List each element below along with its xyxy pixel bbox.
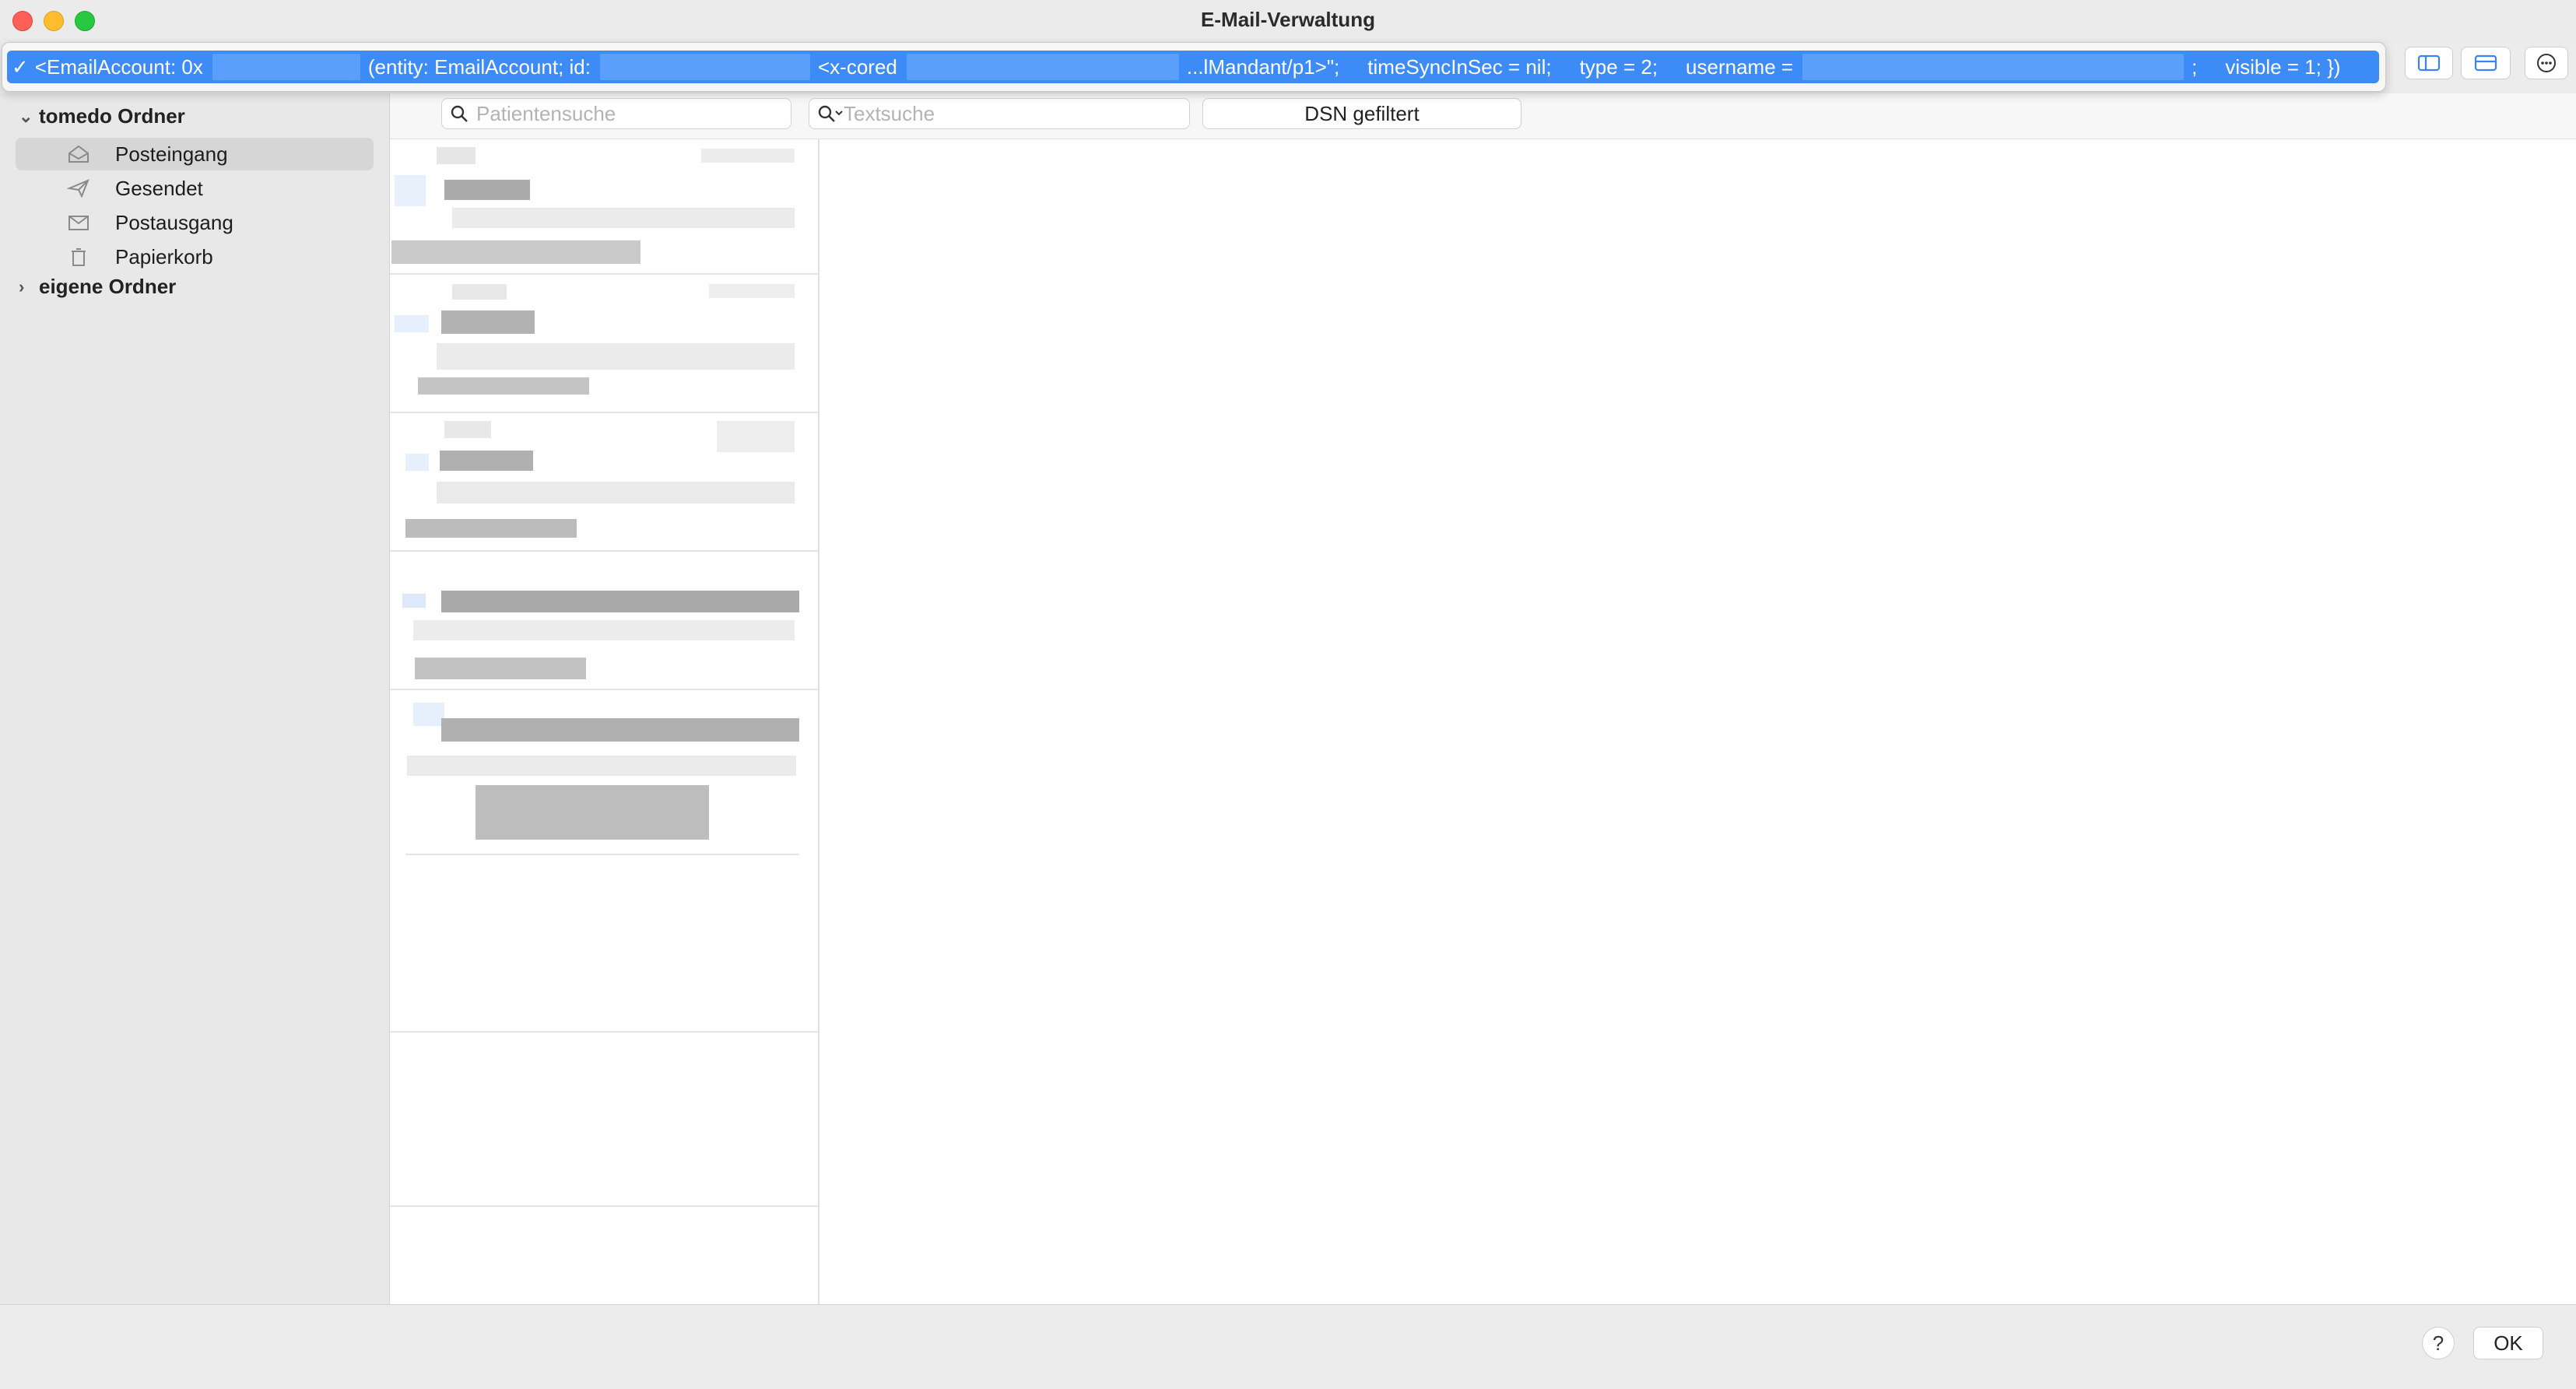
sidebar-item-label: Papierkorb <box>115 244 213 268</box>
group-label: eigene Ordner <box>39 275 177 298</box>
sidebar-item-postausgang[interactable]: Postausgang <box>16 206 374 239</box>
sidebar-item-label: Gesendet <box>115 176 203 200</box>
redacted-block <box>444 421 491 438</box>
checkmark-icon: ✓ <box>12 54 29 79</box>
account-text: visible = 1; }) <box>2225 54 2341 79</box>
chevron-down-icon: ⌄ <box>19 106 33 126</box>
patient-search-placeholder: Patientensuche <box>476 101 616 125</box>
bottom-bar: ? OK <box>0 1304 2576 1389</box>
group-label: tomedo Ordner <box>39 104 185 128</box>
redacted-block <box>405 454 429 471</box>
account-menu-item[interactable]: ✓ <EmailAccount: 0x (entity: EmailAccoun… <box>7 51 2379 83</box>
blurred-messages <box>390 139 818 857</box>
redacted-block <box>395 315 429 332</box>
outbox-icon <box>65 211 92 234</box>
redacted-block <box>405 519 577 538</box>
sidebar-toggle-button[interactable] <box>2405 47 2453 79</box>
account-text: <x-cored <box>817 54 897 79</box>
group-eigene-ordner[interactable]: › eigene Ordner <box>19 275 176 299</box>
redacted-block <box>1802 54 2185 80</box>
sidebar-item-posteingang[interactable]: Posteingang <box>16 138 374 170</box>
redacted-block <box>444 180 530 200</box>
message-list[interactable] <box>390 139 819 1304</box>
more-actions-button[interactable] <box>2525 47 2568 79</box>
account-text: <EmailAccount: 0x <box>34 54 203 79</box>
search-icon <box>450 104 476 123</box>
redacted-block <box>437 343 795 370</box>
account-text: timeSyncInSec = nil; <box>1367 54 1552 79</box>
folder-sidebar: ⌄ tomedo Ordner Posteingang Gesendet Pos… <box>0 93 390 1304</box>
redacted-block <box>440 451 533 471</box>
redacted-block <box>717 421 795 452</box>
title-bar: E-Mail-Verwaltung <box>0 0 2576 44</box>
account-text: username = <box>1686 54 1794 79</box>
search-options-icon <box>817 104 844 123</box>
account-text: ...lMandant/p1>"; <box>1186 54 1340 79</box>
layout-toggle-button[interactable] <box>2461 47 2511 79</box>
row-separator <box>390 1205 818 1207</box>
ellipsis-circle-icon <box>2537 54 2556 72</box>
search-bar: Patientensuche Textsuche DSN gefiltert <box>390 93 2576 139</box>
account-popup-menu: ✓ <EmailAccount: 0x (entity: EmailAccoun… <box>2 42 2386 92</box>
row-separator <box>390 550 818 552</box>
mail-window: E-Mail-Verwaltung ⌄ tomedo Ordner Postei… <box>0 0 2576 1389</box>
help-button[interactable]: ? <box>2422 1327 2455 1359</box>
redacted-block <box>441 591 799 612</box>
text-search-input[interactable]: Textsuche <box>809 98 1190 129</box>
redacted-block <box>413 620 795 640</box>
redacted-block <box>407 756 796 776</box>
sidebar-item-papierkorb[interactable]: Papierkorb <box>16 240 374 273</box>
redacted-block <box>402 594 426 608</box>
account-text: ; <box>2192 54 2198 79</box>
split-view-icon <box>2474 54 2497 72</box>
redacted-block <box>452 284 507 300</box>
row-separator <box>390 273 818 275</box>
redacted-block <box>395 175 426 206</box>
redacted-block <box>413 703 444 726</box>
trash-icon <box>65 245 92 268</box>
account-text: (entity: EmailAccount; id: <box>367 54 591 79</box>
sidebar-item-gesendet[interactable]: Gesendet <box>16 172 374 205</box>
redacted-block <box>441 310 535 334</box>
redacted-block <box>906 54 1179 80</box>
paperplane-icon <box>65 177 92 200</box>
redacted-block <box>437 482 795 503</box>
redacted-block <box>418 377 589 395</box>
row-separator <box>390 412 818 413</box>
sidebar-icon <box>2417 54 2441 72</box>
patient-search-input[interactable]: Patientensuche <box>441 98 791 129</box>
ok-button[interactable]: OK <box>2473 1327 2543 1359</box>
redacted-block <box>437 147 476 164</box>
redacted-block <box>441 718 799 742</box>
redacted-block <box>415 658 586 679</box>
group-tomedo-ordner[interactable]: ⌄ tomedo Ordner <box>19 104 185 128</box>
redacted-block <box>476 785 709 840</box>
row-separator <box>405 854 799 855</box>
redacted-block <box>391 240 640 264</box>
account-text: type = 2; <box>1579 54 1658 79</box>
redacted-block <box>701 149 795 163</box>
chevron-right-icon: › <box>19 276 25 296</box>
row-separator <box>390 1031 818 1033</box>
message-detail-pane <box>819 139 2576 1304</box>
text-search-placeholder: Textsuche <box>844 101 935 125</box>
redacted-block <box>452 208 795 228</box>
window-title: E-Mail-Verwaltung <box>1201 8 1375 31</box>
redacted-block <box>212 54 360 80</box>
redacted-block <box>709 284 795 298</box>
inbox-icon <box>65 142 92 166</box>
row-separator <box>390 689 818 690</box>
sidebar-item-label: Posteingang <box>115 142 228 166</box>
dsn-filter-button[interactable]: DSN gefiltert <box>1202 98 1521 129</box>
redacted-block <box>599 54 810 80</box>
sidebar-item-label: Postausgang <box>115 210 233 234</box>
